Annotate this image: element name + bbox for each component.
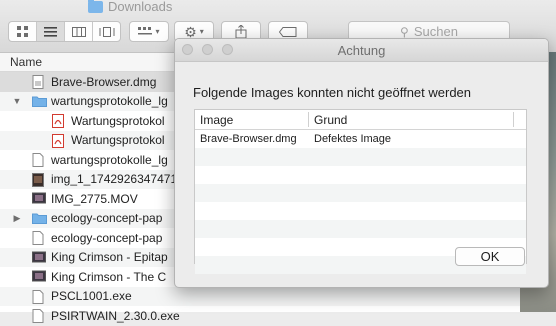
table-row[interactable] <box>195 202 526 220</box>
disclosure-closed-icon[interactable]: ▶ <box>12 213 22 224</box>
file-name: wartungsprotokolle_lg <box>51 94 168 109</box>
folder-icon <box>88 0 103 13</box>
list-icon <box>44 26 57 37</box>
search-placeholder: Suchen <box>413 24 458 39</box>
table-row[interactable] <box>195 166 526 184</box>
table-row[interactable] <box>195 148 526 166</box>
document-icon <box>32 153 44 167</box>
columns-icon <box>71 26 86 37</box>
window-title-text: Downloads <box>108 0 173 14</box>
dialog-titlebar: Achtung <box>175 39 548 62</box>
view-mode-control <box>8 21 121 42</box>
column-header-image[interactable]: Image <box>200 113 233 127</box>
file-name: ecology-concept-pap <box>51 230 163 245</box>
warning-dialog: Achtung Folgende Images konnten nicht ge… <box>174 38 549 288</box>
failed-images-table: Image Grund Brave-Browser.dmg Defektes Im… <box>194 109 527 274</box>
share-icon <box>235 24 247 38</box>
image-cell: Brave-Browser.dmg <box>200 133 297 145</box>
icon-view-button[interactable] <box>9 22 37 41</box>
reason-cell: Defektes Image <box>314 133 392 145</box>
column-divider <box>513 112 514 127</box>
file-name: King Crimson - Epitap <box>51 250 168 265</box>
group-by-button[interactable]: ▾ <box>129 21 169 42</box>
gallery-icon <box>99 26 114 37</box>
file-name: ecology-concept-pap <box>51 211 163 226</box>
video-icon <box>32 192 46 206</box>
file-name: img_1_1742926347471 <box>51 172 178 187</box>
search-icon: ⚲ <box>400 24 409 39</box>
gear-icon: ⚙ <box>184 23 197 40</box>
column-header-reason[interactable]: Grund <box>314 113 347 127</box>
tag-icon <box>279 26 297 37</box>
group-icon <box>138 26 153 34</box>
name-column-label: Name <box>10 55 43 69</box>
file-name: wartungsprotokolle_lg <box>51 152 168 167</box>
table-row[interactable]: Brave-Browser.dmg Defektes Image <box>195 130 526 148</box>
file-name: Wartungsprotokol <box>71 113 165 128</box>
file-row[interactable]: PSCL1001.exe <box>0 286 556 306</box>
chevron-down-icon: ▾ <box>155 27 160 36</box>
list-view-button[interactable] <box>37 22 65 41</box>
document-icon <box>32 231 44 245</box>
file-name: PSCL1001.exe <box>51 289 132 304</box>
file-name: King Crimson - The C <box>51 269 167 284</box>
column-divider <box>308 112 309 127</box>
table-header: Image Grund <box>195 110 526 130</box>
file-name: Wartungsprotokol <box>71 133 165 148</box>
file-name: PSIRTWAIN_2.30.0.exe <box>51 308 180 323</box>
folder-icon <box>32 95 47 109</box>
file-name: IMG_2775.MOV <box>51 191 138 206</box>
disk-image-icon <box>32 75 44 89</box>
table-row[interactable] <box>195 184 526 202</box>
dialog-message: Folgende Images konnten nicht geöffnet w… <box>193 85 472 100</box>
grid-icon <box>17 26 28 37</box>
pdf-icon <box>52 133 64 148</box>
window-title: Downloads <box>88 0 172 14</box>
disclosure-open-icon[interactable]: ▼ <box>12 96 22 106</box>
file-name: Brave-Browser.dmg <box>51 74 157 89</box>
dialog-title: Achtung <box>337 43 386 58</box>
chevron-down-icon: ▾ <box>199 27 204 36</box>
document-icon <box>32 309 44 323</box>
video-icon <box>32 251 46 265</box>
video-icon <box>32 270 46 284</box>
image-icon <box>32 172 44 187</box>
folder-icon <box>32 212 47 226</box>
gallery-view-button[interactable] <box>93 22 120 41</box>
pdf-icon <box>52 114 64 128</box>
file-row[interactable]: PSIRTWAIN_2.30.0.exe <box>0 306 556 326</box>
ok-button[interactable]: OK <box>455 247 525 266</box>
column-view-button[interactable] <box>65 22 93 41</box>
document-icon <box>32 289 44 304</box>
table-row[interactable] <box>195 220 526 238</box>
